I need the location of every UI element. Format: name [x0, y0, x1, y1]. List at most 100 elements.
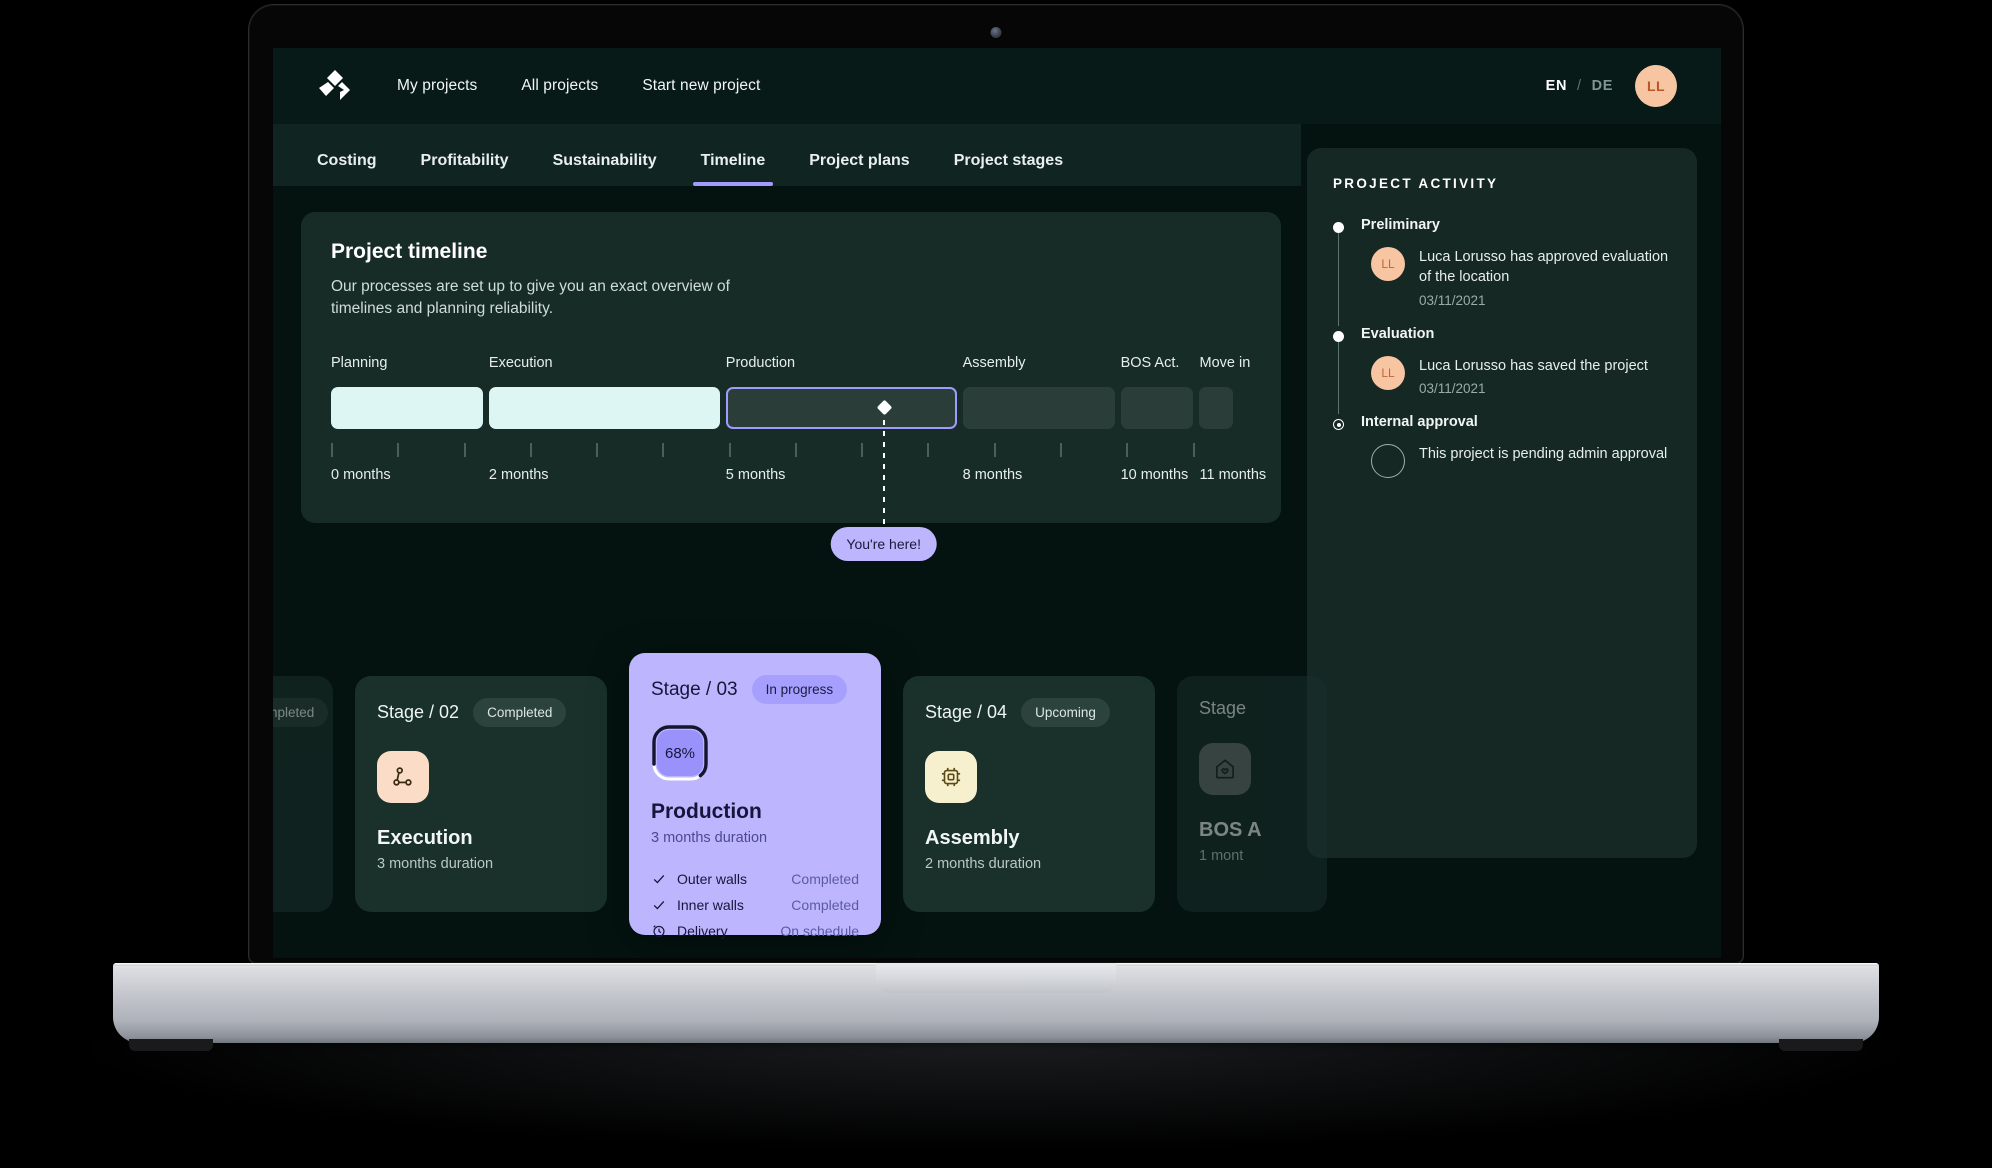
tab-project-plans[interactable]: Project plans	[809, 152, 909, 186]
timeline-month-label: 11 months	[1199, 466, 1267, 483]
task-row[interactable]: Delivery On schedule	[651, 918, 859, 944]
nav-link-my-projects[interactable]: My projects	[395, 71, 479, 101]
activity-phase-label: Internal approval	[1361, 413, 1478, 430]
stage-card-04-name: Assembly	[925, 827, 1020, 849]
stage-card-03[interactable]: Stage / 03 In progress 68% Production 3 …	[629, 653, 881, 939]
activity-item: LL Luca Lorusso has approved evaluation …	[1361, 247, 1671, 308]
activity-item: LL Luca Lorusso has saved the project 03…	[1361, 355, 1671, 396]
language-separator: /	[1577, 78, 1582, 94]
stage-card-03-title: Stage / 03	[651, 678, 738, 700]
nav-link-start-new-project[interactable]: Start new project	[640, 71, 762, 101]
laptop-foot-right	[1779, 1039, 1863, 1051]
laptop-foot-left	[129, 1039, 213, 1051]
timeline-tick	[1060, 442, 1063, 457]
timeline-tick	[529, 442, 532, 457]
stage-card-05-duration: 1 mont	[1199, 848, 1244, 864]
avatar: LL	[1371, 247, 1405, 281]
timeline-tick-marks	[331, 437, 1251, 465]
tab-project-stages[interactable]: Project stages	[954, 152, 1063, 186]
stage-card-01[interactable]: Completed	[273, 676, 333, 912]
youre-here-badge[interactable]: You're here!	[830, 526, 937, 561]
activity-item-date: 03/11/2021	[1419, 380, 1486, 396]
stage-card-05[interactable]: Stage BOS A 1 mont	[1177, 676, 1327, 912]
task-row[interactable]: Inner walls Completed	[651, 892, 859, 918]
app-content: Costing Profitability Sustainability Tim…	[273, 124, 1721, 958]
timeline-bars	[331, 386, 1251, 429]
activity-phase-label: Preliminary	[1361, 217, 1440, 233]
pending-avatar-placeholder	[1371, 443, 1405, 478]
timeline-segment-assembly[interactable]	[962, 386, 1115, 429]
progress-percent: 68%	[657, 730, 703, 776]
section-tabs: Costing Profitability Sustainability Tim…	[273, 124, 1301, 186]
task-row[interactable]: Outer walls Completed	[651, 866, 859, 892]
check-icon	[653, 874, 665, 884]
status-dot-icon	[1333, 330, 1344, 342]
activity-item-text: Luca Lorusso has saved the project	[1419, 357, 1648, 374]
timeline-phase-label: Production	[725, 354, 796, 371]
stage-card-04[interactable]: Stage / 04 Upcoming Assembly 2 months du…	[903, 676, 1155, 912]
stage-card-02-badge: Completed	[473, 698, 567, 727]
timeline-segment-execution[interactable]	[488, 386, 720, 429]
tab-costing[interactable]: Costing	[317, 152, 377, 186]
tab-sustainability[interactable]: Sustainability	[553, 152, 657, 186]
language-option-en[interactable]: EN	[1546, 78, 1567, 94]
timeline-tick	[861, 442, 864, 457]
nav-right-controls: EN / DE LL	[1546, 65, 1677, 107]
timeline-tick	[662, 442, 665, 457]
timeline-tick	[993, 442, 996, 457]
language-option-de[interactable]: DE	[1592, 78, 1613, 94]
timeline-month-label: 5 months	[725, 466, 786, 483]
stage-card-03-name: Production	[651, 800, 762, 823]
screenshot-root: My projects All projects Start new proje…	[0, 0, 1992, 1168]
timeline-month-labels: 0 months 2 months 5 months 8 months 10 month…	[331, 466, 1266, 489]
timeline-segment-move-in[interactable]	[1199, 386, 1233, 429]
timeline-tick	[794, 442, 797, 457]
timeline-month-label: 0 months	[331, 466, 391, 483]
stage-card-02-duration: 3 months duration	[377, 856, 494, 872]
stage-card-02[interactable]: Stage / 02 Completed Execution 3 months	[355, 676, 607, 912]
laptop-lid: My projects All projects Start new proje…	[248, 4, 1744, 964]
stage-card-04-head: Stage / 04 Upcoming	[925, 698, 1133, 727]
timeline-month-label: 8 months	[962, 466, 1023, 483]
nav-link-all-projects[interactable]: All projects	[519, 71, 600, 101]
activity-item-body: Luca Lorusso has saved the project 03/11…	[1419, 356, 1648, 396]
stage-card-05-name: BOS A	[1199, 819, 1262, 841]
tab-timeline[interactable]: Timeline	[692, 152, 773, 186]
activity-panel-title: PROJECT ACTIVITY	[1333, 176, 1499, 191]
stage-card-04-duration: 2 months duration	[925, 856, 1042, 872]
task-name: Delivery	[677, 923, 728, 939]
top-navigation-bar: My projects All projects Start new proje…	[273, 48, 1721, 124]
project-timeline-panel: Project timeline Our processes are set u…	[301, 212, 1281, 561]
current-position-line	[882, 408, 885, 525]
timeline-segment-production[interactable]	[725, 386, 957, 429]
laptop-base	[113, 963, 1879, 1051]
stage-card-04-title: Stage / 04	[925, 702, 1008, 722]
timeline-segment-planning[interactable]	[331, 386, 483, 429]
stage-card-05-title: Stage	[1199, 698, 1247, 718]
timeline-tick	[331, 442, 333, 457]
activity-group-preliminary: Preliminary LL Luca Lorusso has approved…	[1333, 217, 1671, 326]
task-name: Inner walls	[677, 897, 744, 913]
stage-card-03-head: Stage / 03 In progress	[651, 675, 859, 704]
timeline-chart: Planning Execution Production Assembly BOS A…	[331, 354, 1266, 561]
app-logo-icon[interactable]	[313, 66, 359, 106]
timeline-tick	[463, 442, 466, 457]
laptop-screen: My projects All projects Start new proje…	[273, 48, 1721, 958]
chip-icon	[925, 751, 977, 803]
stage-cards-carousel[interactable]: Completed Stage / 02 Completed	[273, 653, 1327, 939]
timeline-phase-label: BOS Act.	[1120, 354, 1180, 371]
stage-task-list: Outer walls Completed Inner walls Comple…	[651, 866, 859, 944]
activity-item: This project is pending admin approval	[1361, 443, 1671, 478]
avatar: LL	[1371, 355, 1405, 390]
project-activity-panel: PROJECT ACTIVITY Preliminary LL Luca Lor…	[1307, 148, 1697, 858]
status-dot-icon	[1333, 222, 1344, 233]
check-icon	[653, 900, 665, 910]
primary-nav-links: My projects All projects Start new proje…	[395, 71, 762, 101]
user-avatar[interactable]: LL	[1635, 65, 1677, 107]
tab-profitability[interactable]: Profitability	[421, 152, 509, 186]
activity-item-body: Luca Lorusso has approved evaluation of …	[1419, 247, 1671, 308]
language-switcher: EN / DE	[1546, 78, 1613, 94]
activity-item-text: This project is pending admin approval	[1419, 445, 1668, 462]
timeline-segment-bos-act[interactable]	[1120, 386, 1194, 429]
timeline-month-label: 2 months	[488, 466, 549, 483]
